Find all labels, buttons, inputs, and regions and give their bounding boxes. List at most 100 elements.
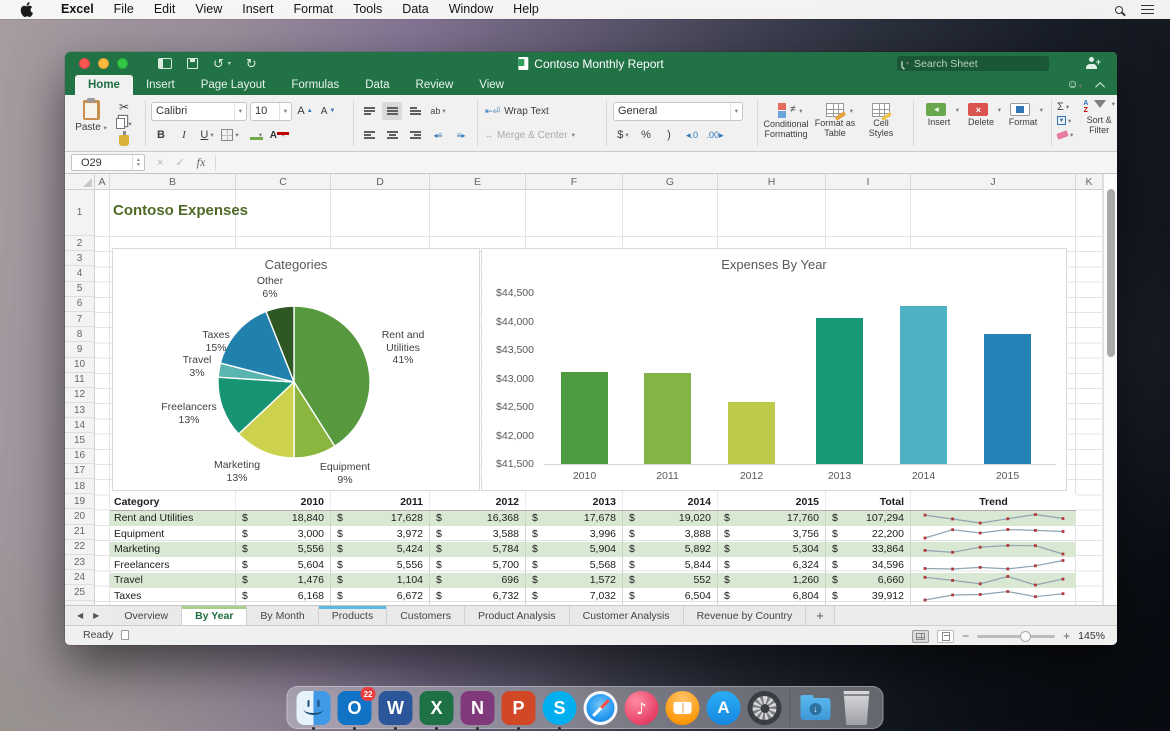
- column-header-a[interactable]: A: [95, 174, 110, 190]
- bar-2014[interactable]: [900, 306, 947, 464]
- menu-item-tools[interactable]: Tools: [343, 2, 392, 16]
- column-header-f[interactable]: F: [526, 174, 623, 190]
- fill-button[interactable]: ▼ ▾: [1057, 114, 1073, 127]
- cell-amount[interactable]: $6,732: [430, 588, 526, 604]
- collapse-ribbon-icon[interactable]: [1095, 81, 1106, 92]
- align-bottom-button[interactable]: [405, 102, 425, 120]
- cell-amount[interactable]: $18,840: [236, 510, 331, 526]
- sheet-title-cell[interactable]: Contoso Expenses: [113, 202, 248, 219]
- add-sheet-button[interactable]: +: [806, 606, 835, 625]
- cell-amount[interactable]: $17,628: [331, 510, 430, 526]
- cell-amount[interactable]: $6,660: [826, 572, 911, 588]
- row-header-23[interactable]: 23: [65, 555, 94, 571]
- row-header-18[interactable]: 18: [65, 479, 94, 495]
- dock-powerpoint[interactable]: P: [501, 691, 536, 730]
- align-right-button[interactable]: [405, 126, 425, 144]
- comma-format-button[interactable]: ): [659, 126, 679, 144]
- cell-amount[interactable]: $33,864: [826, 541, 911, 557]
- dock-excel[interactable]: X: [419, 691, 454, 730]
- cell-amount[interactable]: $5,556: [236, 541, 331, 557]
- align-center-button[interactable]: [382, 126, 402, 144]
- dock-app-store[interactable]: A: [706, 691, 741, 726]
- cell-amount[interactable]: $1,104: [331, 572, 430, 588]
- cell-amount[interactable]: $3,000: [236, 526, 331, 542]
- menu-item-help[interactable]: Help: [503, 2, 549, 16]
- cell-amount[interactable]: $17,760: [718, 510, 826, 526]
- orientation-button[interactable]: ab ▾: [428, 102, 448, 120]
- percent-format-button[interactable]: %: [636, 126, 656, 144]
- sheet-tab-product-analysis[interactable]: Product Analysis: [464, 606, 570, 625]
- spotlight-search-icon[interactable]: [1115, 5, 1123, 14]
- format-painter-icon[interactable]: [119, 131, 129, 146]
- vertical-scrollbar-thumb[interactable]: [1107, 189, 1115, 357]
- cell-amount[interactable]: $5,304: [718, 541, 826, 557]
- feedback-smiley-icon[interactable]: ☺▾: [1066, 78, 1082, 93]
- fill-color-button[interactable]: ▾: [243, 126, 264, 144]
- sheet-tab-customers[interactable]: Customers: [387, 606, 465, 625]
- row-header-22[interactable]: 22: [65, 540, 94, 555]
- align-middle-button[interactable]: [382, 102, 402, 120]
- name-box[interactable]: O29 ▲ ▼: [71, 154, 145, 171]
- column-header-e[interactable]: E: [430, 174, 526, 190]
- cell-amount[interactable]: $22,200: [826, 526, 911, 542]
- zoom-slider[interactable]: [977, 630, 1056, 642]
- column-header-c[interactable]: C: [236, 174, 331, 190]
- copy-icon[interactable]: [116, 118, 126, 129]
- decrease-decimal-button[interactable]: .00▸: [705, 126, 725, 144]
- minimize-button[interactable]: [98, 58, 109, 69]
- cell-category[interactable]: Marketing: [110, 541, 236, 557]
- row-header-14[interactable]: 14: [65, 418, 94, 434]
- dock-downloads[interactable]: ↓: [799, 691, 833, 726]
- cell-amount[interactable]: $1,476: [236, 572, 331, 588]
- delete-cells-button[interactable]: × ▾ Delete: [961, 101, 1001, 127]
- autosum-button[interactable]: Σ ▾: [1057, 100, 1073, 113]
- table-row-taxes[interactable]: Taxes $6,168 $6,672 $6,732 $7,032 $6,504 $6,80…: [110, 588, 1076, 604]
- wrap-text-button[interactable]: ⇤⏎ Wrap Text: [485, 102, 549, 120]
- cell-amount[interactable]: $39,912: [826, 588, 911, 604]
- cell-trend-sparkline[interactable]: [911, 542, 1076, 558]
- table-row-marketing[interactable]: Marketing $5,556 $5,424 $5,784 $5,904 $5,892 $…: [110, 541, 1076, 558]
- search-sheet-input[interactable]: [912, 56, 1052, 71]
- apple-menu-icon[interactable]: [20, 2, 34, 18]
- bar-2015[interactable]: [984, 334, 1031, 464]
- zoom-slider-thumb[interactable]: [1020, 630, 1032, 642]
- sheet-tab-products[interactable]: Products: [318, 606, 388, 625]
- ribbon-tab-view[interactable]: View: [466, 75, 517, 95]
- sheet-tab-prev-icon[interactable]: ◀: [77, 611, 83, 620]
- cell-amount[interactable]: $3,588: [430, 526, 526, 542]
- window-titlebar[interactable]: ↺ ▾ ↻ Contoso Monthly Report ▾ +: [65, 52, 1117, 75]
- row-header-7[interactable]: 7: [65, 312, 94, 328]
- cell-amount[interactable]: $19,020: [623, 510, 718, 526]
- name-box-stepper[interactable]: ▲ ▼: [132, 155, 144, 170]
- fullscreen-button[interactable]: [117, 58, 128, 69]
- row-header-3[interactable]: 3: [65, 251, 94, 267]
- cell-amount[interactable]: $5,568: [526, 557, 623, 573]
- number-format-select[interactable]: General ▾: [613, 101, 743, 121]
- cell-amount[interactable]: $1,260: [718, 572, 826, 588]
- cell-category[interactable]: Freelancers: [110, 557, 236, 573]
- ribbon-tab-page-layout[interactable]: Page Layout: [188, 75, 279, 95]
- cell-amount[interactable]: $6,504: [623, 588, 718, 604]
- cell-amount[interactable]: $552: [623, 572, 718, 588]
- cell-amount[interactable]: $5,844: [623, 557, 718, 573]
- menu-item-edit[interactable]: Edit: [144, 2, 186, 16]
- cell-amount[interactable]: $6,168: [236, 588, 331, 604]
- cell-category[interactable]: Equipment: [110, 526, 236, 542]
- confirm-entry-icon[interactable]: ✓: [175, 156, 184, 169]
- search-scope-dropdown-icon[interactable]: ▾: [906, 60, 909, 67]
- align-left-button[interactable]: [359, 126, 379, 144]
- cancel-entry-icon[interactable]: ×: [157, 157, 163, 169]
- dock-onenote[interactable]: N: [460, 691, 495, 730]
- menu-item-window[interactable]: Window: [439, 2, 503, 16]
- cell-styles-button[interactable]: Cell Styles: [861, 101, 901, 139]
- table-row-travel[interactable]: Travel $1,476 $1,104 $696 $1,572 $552 $1,260 $6…: [110, 572, 1076, 588]
- page-layout-view-button[interactable]: [937, 629, 955, 643]
- cell-amount[interactable]: $7,032: [526, 588, 623, 604]
- cell-amount[interactable]: $6,804: [718, 588, 826, 604]
- font-size-select[interactable]: 10 ▾: [250, 101, 292, 121]
- cell-amount[interactable]: $3,756: [718, 526, 826, 542]
- ribbon-tab-data[interactable]: Data: [352, 75, 402, 95]
- undo-dropdown-icon[interactable]: ▾: [228, 60, 231, 67]
- select-all-corner[interactable]: [65, 174, 95, 190]
- decrease-indent-button[interactable]: ◂≡: [428, 126, 448, 144]
